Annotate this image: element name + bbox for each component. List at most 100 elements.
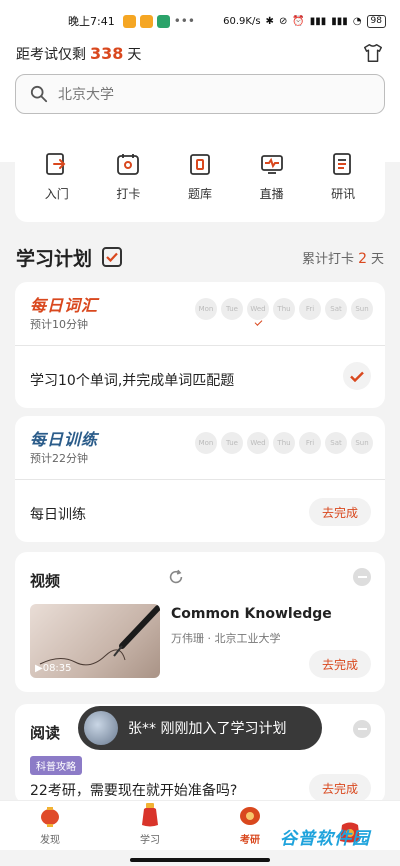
quick-entry-news[interactable]: 研讯 (313, 151, 373, 202)
more-dots-icon: ••• (173, 14, 195, 28)
question-bank-icon (190, 153, 210, 175)
reading-section-title: 阅读 (30, 724, 61, 742)
task-done-check-icon (343, 362, 371, 390)
quick-entry-label: 打卡 (116, 186, 141, 201)
weekday-dot: Thu (273, 432, 295, 454)
weekday-dot: Wed (247, 432, 269, 454)
enter-icon (45, 152, 66, 175)
collapse-minus-icon[interactable] (353, 568, 371, 586)
checkin-suffix: 天 (370, 251, 384, 267)
weekday-dot: Thu (273, 298, 295, 320)
network-speed: 60.9K/s (223, 15, 261, 27)
quick-entry-label: 题库 (187, 186, 212, 201)
quick-entry-label: 入门 (44, 186, 69, 201)
daily-training-brand: 每日训练 (30, 430, 99, 449)
daily-words-task: 学习10个单词,并完成单词匹配题 (30, 373, 235, 389)
quick-entry-label: 直播 (259, 186, 284, 201)
tab-label: 学习 (140, 835, 160, 846)
tab-discover[interactable]: 发现 (0, 801, 100, 850)
weekday-dot: Fri (299, 432, 321, 454)
video-duration: ▶08:35 (35, 663, 72, 674)
checkin-prefix: 累计打卡 (302, 251, 355, 267)
video-section-title: 视频 (30, 572, 61, 590)
daily-words-brand: 每日词汇 (30, 296, 99, 315)
weekday-dot: Sun (351, 432, 373, 454)
search-icon (30, 85, 48, 103)
video-thumbnail[interactable]: ▶08:35 (30, 604, 160, 678)
shield-notification-icon (156, 14, 170, 28)
live-icon (260, 154, 283, 174)
lucky-bag-icon (142, 803, 158, 827)
weekday-tracker: Mon Tue Wed Thu Fri Sat Sun (195, 432, 373, 454)
daily-training-estimate: 预计22分钟 (30, 452, 88, 465)
weekday-dot: Tue (221, 432, 243, 454)
quick-entry-live[interactable]: 直播 (242, 151, 302, 202)
daily-training-card[interactable]: 每日训练 预计22分钟 Mon Tue Wed Thu Fri Sat Sun … (15, 416, 385, 542)
mute-icon: ⊘ (278, 15, 288, 27)
app-notification-icon (139, 14, 153, 28)
reading-go-button[interactable]: 去完成 (309, 774, 371, 802)
status-time: 晚上7:41 (68, 15, 115, 28)
shirt-icon[interactable] (362, 42, 384, 64)
toast-text: 张** 刚刚加入了学习计划 (128, 721, 287, 737)
weekday-dot: Sat (325, 432, 347, 454)
daily-training-go-button[interactable]: 去完成 (309, 498, 371, 526)
join-toast: 张** 刚刚加入了学习计划 (78, 706, 322, 750)
bluetooth-icon: ✱ (265, 15, 274, 27)
home-indicator[interactable] (130, 858, 270, 862)
weekday-dot: Sat (325, 298, 347, 320)
signal-icon-2: ▮▮▮ (331, 15, 348, 27)
exam-countdown: 距考试仅剩 338 天 (16, 44, 141, 64)
collapse-minus-icon[interactable] (353, 720, 371, 738)
daily-training-header: 每日训练 预计22分钟 Mon Tue Wed Thu Fri Sat Sun (15, 416, 385, 480)
countdown-days: 338 (90, 44, 124, 63)
search-placeholder: 北京大学 (58, 87, 114, 103)
weekday-dot: Tue (221, 298, 243, 320)
checkin-total: 累计打卡 2 天 (302, 248, 384, 267)
reading-title[interactable]: 22考研，需要现在就开始准备吗? (30, 780, 237, 800)
quick-entry-checkin[interactable]: 打卡 (98, 151, 158, 202)
search-input[interactable]: 北京大学 (15, 74, 385, 114)
countdown-prefix: 距考试仅剩 (16, 47, 86, 63)
lantern-active-icon (240, 807, 260, 825)
status-indicators: 60.9K/s ✱ ⊘ ⏰ ▮▮▮ ▮▮▮ ◔ 98 (223, 14, 386, 28)
weekday-dot: Mon (195, 432, 217, 454)
video-card: 视频 ▶08:35 Common Knowledge 万伟珊 · 北京工业大学 … (15, 552, 385, 692)
countdown-suffix: 天 (127, 47, 142, 63)
video-meta: 万伟珊 · 北京工业大学 (171, 632, 281, 645)
refresh-icon[interactable] (167, 568, 185, 586)
signal-icon: ▮▮▮ (309, 15, 327, 27)
tab-label: 考研 (240, 835, 260, 846)
weekday-tracker: Mon Tue Wed Thu Fri Sat Sun (195, 298, 373, 320)
tab-study[interactable]: 学习 (100, 801, 200, 850)
daily-words-card[interactable]: 每日词汇 预计10分钟 Mon Tue Wed Thu Fri Sat Sun … (15, 282, 385, 408)
news-icon (333, 152, 352, 175)
plan-checkbox-icon[interactable] (102, 247, 123, 267)
app-notification-icon (122, 14, 136, 28)
weekday-dot: Sun (351, 298, 373, 320)
quick-entry-intro[interactable]: 入门 (27, 151, 87, 202)
avatar (84, 711, 118, 745)
daily-words-header: 每日词汇 预计10分钟 Mon Tue Wed Thu Fri Sat Sun (15, 282, 385, 346)
alarm-icon: ⏰ (292, 15, 305, 27)
study-plan-header: 学习计划 累计打卡 2 天 (16, 242, 384, 272)
lantern-icon (41, 807, 59, 827)
checkin-count: 2 (358, 250, 367, 267)
quick-entry-question-bank[interactable]: 题库 (170, 151, 230, 202)
calendar-checkin-icon (117, 153, 140, 175)
weekday-dot: Fri (299, 298, 321, 320)
battery-icon: 98 (366, 14, 386, 28)
wifi-icon: ◔ (352, 15, 362, 27)
status-bar: 晚上7:41 ••• 60.9K/s ✱ ⊘ ⏰ ▮▮▮ ▮▮▮ ◔ 98 (0, 0, 400, 42)
tab-label: 发现 (40, 835, 60, 846)
weekday-dot: Mon (195, 298, 217, 320)
weekday-dot-checked: Wed (247, 298, 269, 320)
study-plan-title: 学习计划 (16, 247, 93, 270)
reading-tag: 科普攻略 (30, 756, 82, 775)
quick-entry-label: 研讯 (331, 186, 356, 201)
site-watermark: 谷普软件园 (280, 829, 370, 849)
quick-entry-card: 入门 打卡 题库 直播 研讯 (15, 130, 385, 222)
video-go-button[interactable]: 去完成 (309, 650, 371, 678)
video-title[interactable]: Common Knowledge (171, 606, 332, 622)
daily-training-task: 每日训练 (30, 507, 86, 523)
